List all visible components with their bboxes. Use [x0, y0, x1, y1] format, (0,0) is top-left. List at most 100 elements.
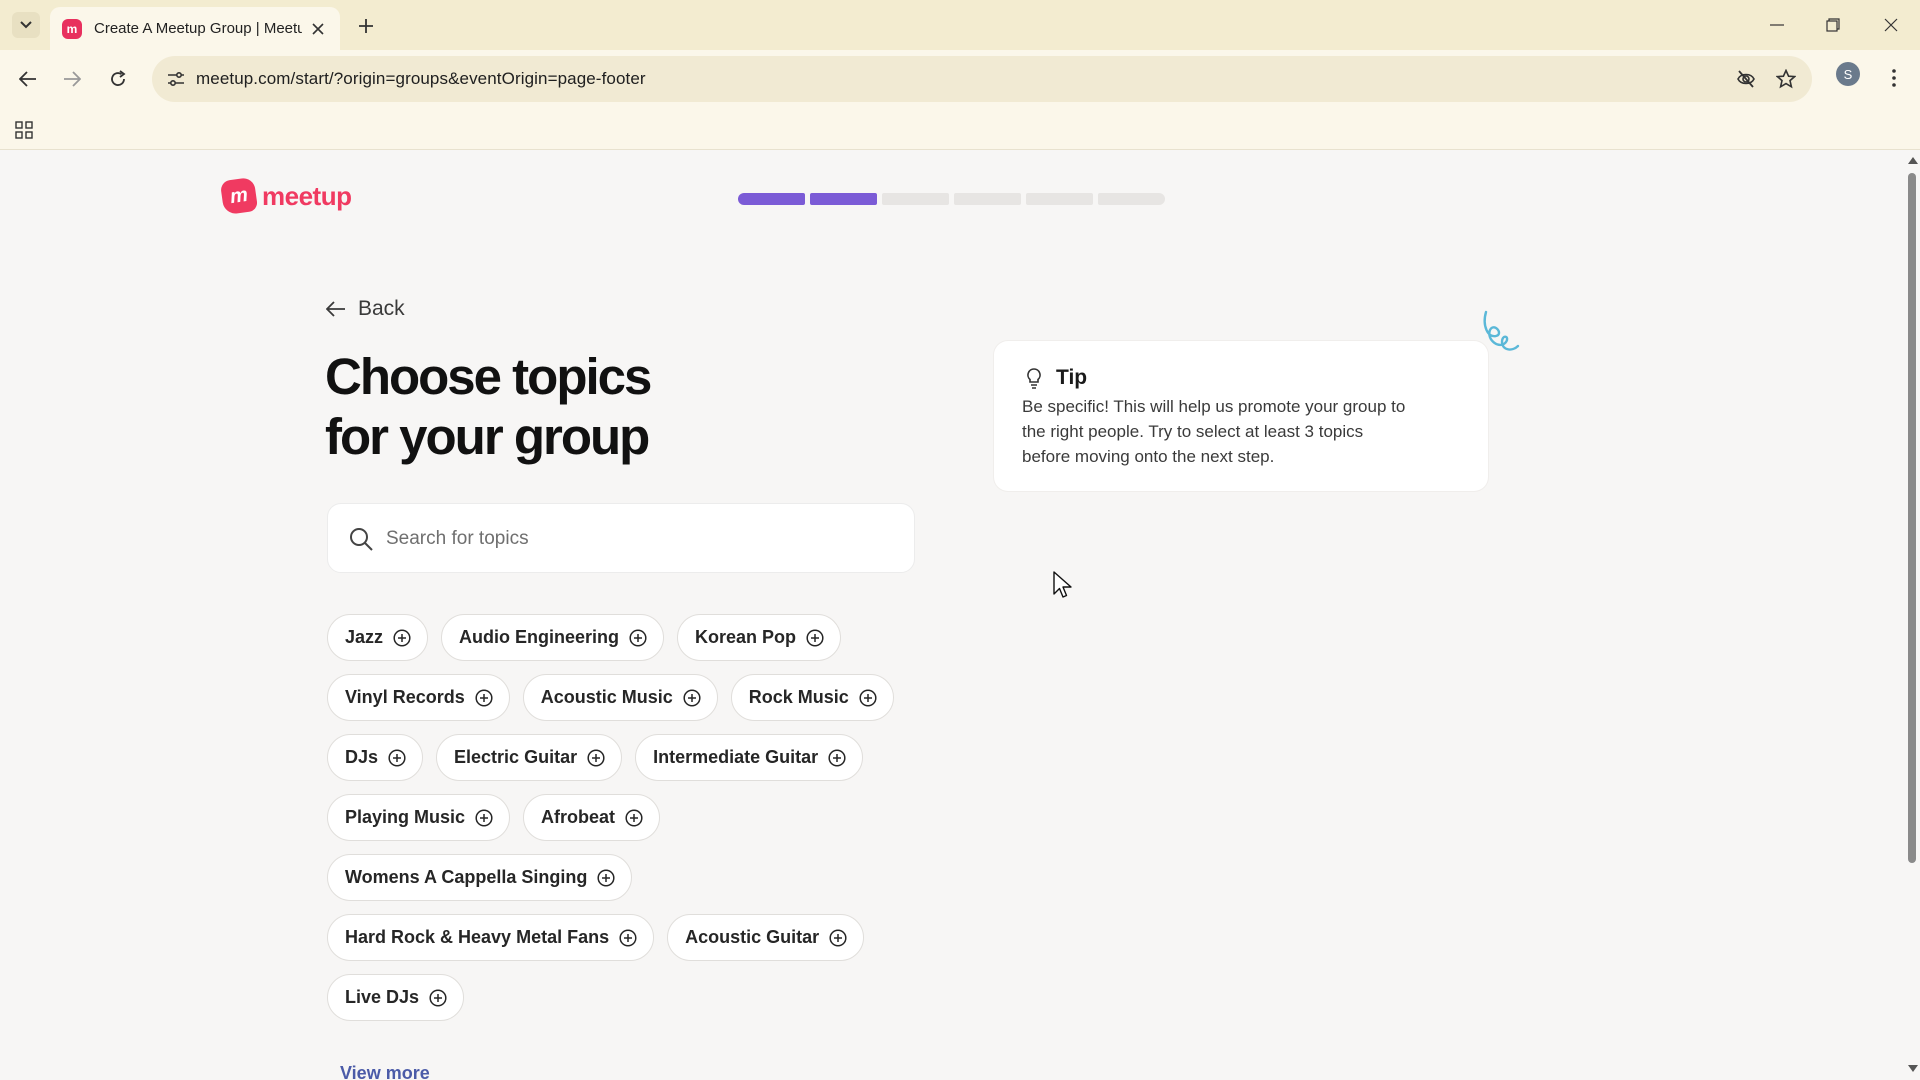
- bookmark-button[interactable]: [1772, 65, 1800, 93]
- tip-text: Be specific! This will help us promote y…: [1022, 397, 1406, 466]
- topic-chip[interactable]: Electric Guitar: [436, 734, 623, 781]
- plus-circle-icon: [829, 928, 847, 947]
- progress-step-complete: [738, 193, 805, 205]
- restore-icon: [1826, 18, 1840, 32]
- back-label: Back: [358, 297, 405, 320]
- tab-title: Create A Meetup Group | Meetup: [94, 20, 302, 37]
- topic-chip[interactable]: Rock Music: [730, 674, 894, 721]
- topic-chip-label: Acoustic Guitar: [685, 927, 820, 947]
- tracking-protection-button[interactable]: [1732, 65, 1760, 93]
- kebab-menu-icon: [1892, 69, 1896, 87]
- plus-circle-icon: [475, 808, 493, 827]
- topic-chip-row: Jazz Audio Engineering Korean Pop: [327, 614, 927, 661]
- topic-chip[interactable]: Korean Pop: [677, 614, 842, 661]
- topic-chip-label: DJs: [345, 747, 379, 767]
- tip-card: Tip Be specific! This will help us promo…: [994, 341, 1488, 491]
- browser-tab-active[interactable]: m Create A Meetup Group | Meetup: [50, 7, 340, 50]
- plus-circle-icon: [629, 628, 647, 647]
- progress-step-pending: [1026, 193, 1093, 205]
- topic-chip-label: Live DJs: [345, 987, 420, 1007]
- plus-circle-icon: [429, 988, 447, 1007]
- bookmarks-bar: [0, 108, 1920, 150]
- plus-circle-icon: [806, 628, 824, 647]
- topic-chip[interactable]: Live DJs: [327, 974, 465, 1021]
- progress-step-pending: [882, 193, 949, 205]
- mouse-cursor-icon: [1053, 571, 1072, 598]
- nav-forward-button[interactable]: [57, 64, 87, 94]
- reload-button[interactable]: [103, 64, 133, 94]
- progress-step-pending: [1098, 193, 1165, 205]
- plus-circle-icon: [828, 748, 846, 767]
- nav-back-button[interactable]: [13, 64, 43, 94]
- squiggle-decoration: [1483, 310, 1520, 351]
- topic-search-box: [327, 503, 915, 573]
- meetup-logo-icon: m: [219, 176, 259, 216]
- plus-circle-icon: [619, 928, 637, 947]
- topic-search-input[interactable]: [386, 519, 886, 559]
- step-progress-bar: [738, 193, 1165, 205]
- topic-chip[interactable]: DJs: [327, 734, 424, 781]
- profile-avatar[interactable]: S: [1836, 62, 1860, 86]
- topic-chip-row: Playing Music Afrobeat: [327, 794, 927, 841]
- back-link[interactable]: Back: [326, 297, 405, 321]
- plus-circle-icon: [683, 688, 701, 707]
- arrow-left-icon: [326, 298, 348, 320]
- topic-chip-list: Jazz Audio Engineering Korean Pop Vinyl Rec…: [327, 614, 927, 1034]
- plus-circle-icon: [388, 748, 406, 767]
- topic-chip-label: Womens A Cappella Singing: [345, 867, 588, 887]
- restore-button[interactable]: [1818, 10, 1848, 40]
- topic-chip-label: Afrobeat: [541, 807, 616, 827]
- scroll-down-arrow-icon[interactable]: [1908, 1065, 1918, 1072]
- topic-chip-label: Playing Music: [345, 807, 466, 827]
- browser-menu-button[interactable]: [1882, 62, 1906, 94]
- view-more-link[interactable]: View more: [340, 1063, 430, 1080]
- topic-chip[interactable]: Jazz: [327, 614, 429, 661]
- plus-circle-icon: [393, 628, 411, 647]
- topic-chip-row: Live DJs: [327, 974, 927, 1021]
- plus-circle-icon: [587, 748, 605, 767]
- topic-chip-label: Acoustic Music: [540, 687, 673, 707]
- topic-chip[interactable]: Playing Music: [327, 794, 511, 841]
- scroll-thumb[interactable]: [1908, 173, 1916, 863]
- tab-close-button[interactable]: [308, 19, 328, 39]
- page-title: Choose topics for your group: [325, 347, 652, 467]
- topic-chip[interactable]: Womens A Cappella Singing: [327, 854, 633, 901]
- topic-chip[interactable]: Intermediate Guitar: [635, 734, 864, 781]
- topic-chip-label: Electric Guitar: [454, 747, 578, 767]
- tip-header: Tip: [1024, 366, 1087, 390]
- window-close-button[interactable]: [1876, 10, 1906, 40]
- browser-tab-bar: m Create A Meetup Group | Meetup: [0, 0, 1920, 50]
- topic-chip[interactable]: Audio Engineering: [441, 614, 665, 661]
- arrow-left-icon: [19, 71, 36, 87]
- topic-chip[interactable]: Hard Rock & Heavy Metal Fans: [327, 914, 655, 961]
- reload-icon: [111, 70, 126, 86]
- scroll-up-arrow-icon[interactable]: [1908, 157, 1918, 164]
- apps-grid-icon: [15, 121, 33, 139]
- meetup-favicon-icon: m: [62, 18, 82, 39]
- page-scrollbar[interactable]: [1904, 151, 1920, 1080]
- apps-button[interactable]: [12, 118, 36, 142]
- logo-text: meetup: [262, 180, 352, 211]
- topic-chip-row: DJs Electric Guitar Intermediate Guitar: [327, 734, 927, 781]
- topic-chip[interactable]: Vinyl Records: [327, 674, 510, 721]
- page-title-line-1: Choose topics: [325, 348, 652, 405]
- plus-circle-icon: [859, 688, 877, 707]
- minimize-icon: [1770, 24, 1784, 26]
- topic-chip[interactable]: Acoustic Music: [522, 674, 718, 721]
- topic-chip-row: Womens A Cappella Singing: [327, 854, 927, 901]
- topic-chip[interactable]: Afrobeat: [523, 794, 661, 841]
- new-tab-button[interactable]: [352, 12, 380, 40]
- topic-chip[interactable]: Acoustic Guitar: [667, 914, 865, 961]
- page-title-line-2: for your group: [325, 408, 650, 465]
- minimize-button[interactable]: [1762, 10, 1792, 40]
- lightbulb-icon: [1027, 368, 1041, 389]
- topic-chip-label: Korean Pop: [695, 627, 797, 647]
- address-bar[interactable]: meetup.com/start/?origin=groups&eventOri…: [152, 56, 1812, 102]
- progress-step-complete: [810, 193, 877, 205]
- meetup-logo[interactable]: m meetup: [219, 176, 352, 216]
- tune-icon: [168, 71, 184, 87]
- site-info-button[interactable]: [162, 65, 190, 93]
- tab-search-button[interactable]: [12, 12, 40, 38]
- plus-circle-icon: [475, 688, 493, 707]
- topic-chip-row: Hard Rock & Heavy Metal Fans Acoustic Gui…: [327, 914, 927, 961]
